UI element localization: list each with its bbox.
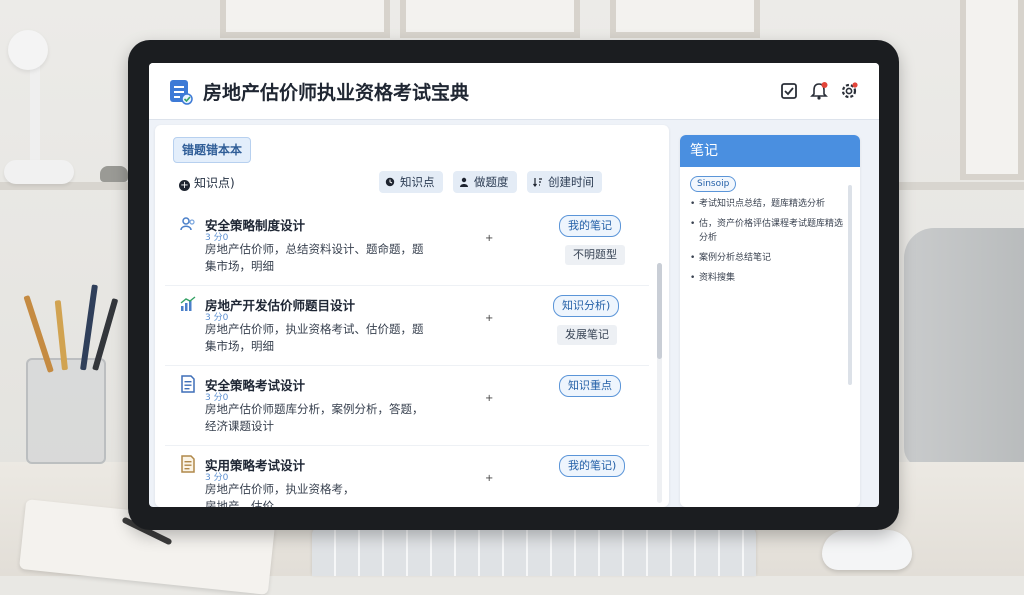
notes-list: 考试知识点总结，题库精选分析 估，资产价格评估课程考试题库精选分析 案例分析总结… bbox=[690, 197, 845, 291]
computer-mouse bbox=[822, 530, 912, 570]
wrong-book-badge[interactable]: 错题错本本 bbox=[173, 137, 252, 163]
desk-lamp-base bbox=[4, 160, 74, 184]
item-description: 房地产估价师，执业资格考试、估价题，题 集市场，明细 bbox=[205, 321, 425, 355]
item-marker: + bbox=[485, 233, 494, 244]
develop-notes-button[interactable]: 发展笔记 bbox=[557, 325, 617, 345]
my-notes-button[interactable]: 我的笔记) bbox=[559, 455, 626, 477]
list-item[interactable]: 房地产开发估价师题目设计 3 分0 房地产估价师，执业资格考试、估价题，题 集市… bbox=[165, 287, 649, 366]
checkbox-icon[interactable] bbox=[779, 81, 799, 101]
item-marker: + bbox=[485, 393, 494, 404]
clock-icon bbox=[385, 177, 395, 187]
item-description: 房地产估价师，执业资格考， 房地产，估价 bbox=[205, 481, 425, 507]
item-description-line: 房地产估价师，执业资格考试、估价题，题 bbox=[205, 322, 424, 336]
notes-tag[interactable]: Sinsoip bbox=[690, 176, 737, 192]
chip-created-time[interactable]: 创建时间 bbox=[527, 171, 602, 193]
question-type-button[interactable]: 不明题型 bbox=[565, 245, 625, 265]
app-title: 房地产估价师执业资格考试宝典 bbox=[203, 82, 470, 104]
question-list: 安全策略制度设计 3 分0 房地产估价师，总结资料设计、题命题，题 集市场，明细… bbox=[165, 207, 649, 507]
item-description-line: 房地产估价师题库分析，案例分析，答题， bbox=[205, 402, 424, 416]
user-icon bbox=[460, 177, 468, 187]
wall-picture-frame bbox=[610, 0, 760, 38]
app-logo-icon bbox=[170, 80, 193, 105]
list-item[interactable]: 实用策略考试设计 3 分0 房地产估价师，执业资格考， 房地产，估价 + 我的笔… bbox=[165, 447, 649, 507]
item-description-line: 房地产估价师，总结资料设计、题命题，题 bbox=[205, 242, 424, 256]
notes-title: 笔记 bbox=[680, 135, 860, 167]
settings-gear-icon[interactable] bbox=[839, 81, 859, 101]
notification-bell-icon[interactable] bbox=[809, 81, 829, 101]
list-item[interactable]: 安全策略考试设计 3 分0 房地产估价师题库分析，案例分析，答题， 经济课题设计… bbox=[165, 367, 649, 446]
chip-label: 知识点 bbox=[400, 175, 435, 189]
chip-difficulty[interactable]: 做题度 bbox=[453, 171, 517, 193]
list-item[interactable]: 安全策略制度设计 3 分0 房地产估价师，总结资料设计、题命题，题 集市场，明细… bbox=[165, 207, 649, 286]
file-icon bbox=[181, 455, 195, 473]
document-icon bbox=[181, 375, 195, 393]
pencil-cup bbox=[26, 358, 106, 464]
sort-icon bbox=[533, 178, 542, 187]
note-entry[interactable]: 案例分析总结笔记 bbox=[690, 251, 845, 265]
keyboard bbox=[312, 528, 756, 576]
item-description-line: 集市场，明细 bbox=[205, 339, 274, 353]
note-entry[interactable]: 估，资产价格评估课程考试题库精选分析 bbox=[690, 217, 845, 245]
item-marker: + bbox=[485, 473, 494, 484]
filter-label: 知识点) bbox=[194, 176, 235, 190]
decor-bowl bbox=[100, 166, 128, 182]
note-entry[interactable]: 考试知识点总结，题库精选分析 bbox=[690, 197, 845, 211]
item-description-line: 集市场，明细 bbox=[205, 259, 274, 273]
my-notes-button[interactable]: 我的笔记 bbox=[559, 215, 621, 237]
filter-bar: + 知识点) 知识点 做题度 创建时间 bbox=[171, 171, 651, 195]
item-description-line: 经济课题设计 bbox=[205, 419, 274, 433]
wall-picture-frame bbox=[960, 0, 1024, 180]
wall-picture-frame bbox=[400, 0, 580, 38]
item-description-line: 房地产，估价 bbox=[205, 499, 274, 507]
item-description-line: 房地产估价师，执业资格考， bbox=[205, 482, 355, 496]
desk-lamp-head bbox=[8, 30, 48, 70]
plus-circle-icon: + bbox=[179, 180, 190, 191]
chip-knowledge[interactable]: 知识点 bbox=[379, 171, 443, 193]
app-screen: 房地产估价师执业资格考试宝典 错题错本本 + 知识点) 知识点 做题度 创建时间… bbox=[149, 63, 879, 507]
wall-shelf bbox=[894, 182, 1024, 190]
chip-label: 创建时间 bbox=[548, 175, 594, 189]
knowledge-analysis-button[interactable]: 知识分析) bbox=[553, 295, 620, 317]
bar-chart-icon bbox=[180, 296, 196, 311]
note-entry[interactable]: 资料搜集 bbox=[690, 271, 845, 285]
filter-dropdown[interactable]: + 知识点) bbox=[179, 174, 235, 191]
list-scrollbar-thumb[interactable] bbox=[657, 263, 662, 359]
wall-picture-frame bbox=[220, 0, 390, 38]
notes-scrollbar[interactable] bbox=[848, 185, 852, 385]
key-points-button[interactable]: 知识重点 bbox=[559, 375, 621, 397]
item-marker: + bbox=[485, 313, 494, 324]
office-chair bbox=[904, 228, 1024, 468]
item-description: 房地产估价师题库分析，案例分析，答题， 经济课题设计 bbox=[205, 401, 425, 435]
chip-label: 做题度 bbox=[474, 175, 509, 189]
people-icon bbox=[180, 217, 195, 231]
app-header: 房地产估价师执业资格考试宝典 bbox=[149, 63, 879, 120]
main-panel: 错题错本本 + 知识点) 知识点 做题度 创建时间 安全策略制度设计 3 分0 … bbox=[155, 125, 669, 507]
item-description: 房地产估价师，总结资料设计、题命题，题 集市场，明细 bbox=[205, 241, 425, 275]
notes-panel: 笔记 Sinsoip 考试知识点总结，题库精选分析 估，资产价格评估课程考试题库… bbox=[680, 135, 860, 507]
